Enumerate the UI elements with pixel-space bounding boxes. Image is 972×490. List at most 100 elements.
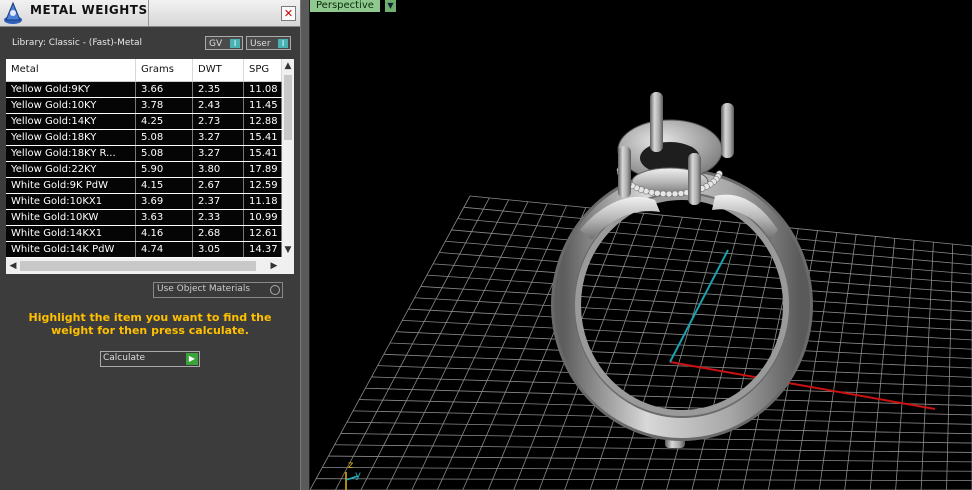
ground-grid bbox=[310, 195, 972, 490]
table-row[interactable]: White Gold:9K PdW 4.15 2.67 12.59 bbox=[6, 178, 282, 193]
scroll-up-icon[interactable]: ▲ bbox=[282, 60, 294, 72]
axis-z-label: z bbox=[348, 460, 353, 471]
table-cell: 2.35 bbox=[193, 82, 244, 97]
halo-bead bbox=[677, 190, 685, 197]
toggle-indicator-icon: I bbox=[278, 39, 288, 48]
table-cell: 3.27 bbox=[193, 130, 244, 145]
column-header-dwt[interactable]: DWT bbox=[193, 59, 244, 81]
vertical-scroll-thumb[interactable] bbox=[284, 75, 292, 140]
play-arrow-icon: ▶ bbox=[186, 353, 198, 365]
scroll-right-icon[interactable]: ▶ bbox=[268, 260, 280, 272]
table-row[interactable]: Yellow Gold:22KY 5.90 3.80 17.89 bbox=[6, 162, 282, 177]
table-cell: White Gold:14KX1 bbox=[6, 226, 136, 241]
table-cell: White Gold:14K PdW bbox=[6, 242, 136, 257]
grid-line bbox=[328, 455, 972, 463]
metal-weights-panel: METAL WEIGHTS ✕ Library: Classic - (Fast… bbox=[0, 0, 300, 490]
halo-bead bbox=[659, 190, 667, 198]
close-button[interactable]: ✕ bbox=[281, 6, 296, 21]
table-cell: 4.16 bbox=[136, 226, 193, 241]
instruction-text: Highlight the item you want to find the … bbox=[28, 311, 272, 337]
calculate-button[interactable]: Calculate ▶ bbox=[100, 351, 200, 367]
table-cell: 11.18 bbox=[244, 194, 282, 209]
table-cell: 2.43 bbox=[193, 98, 244, 113]
table-cell: 4.15 bbox=[136, 178, 193, 193]
halo-bead bbox=[665, 190, 673, 198]
table-cell: 5.90 bbox=[136, 162, 193, 177]
halo-bead bbox=[648, 189, 655, 196]
table-cell: 10.99 bbox=[244, 210, 282, 225]
table-cell: 4.25 bbox=[136, 114, 193, 129]
axis-y-label: y bbox=[355, 470, 361, 481]
view-name-tab[interactable]: Perspective bbox=[310, 0, 380, 12]
table-cell: 2.33 bbox=[193, 210, 244, 225]
column-header-metal[interactable]: Metal bbox=[6, 59, 136, 81]
use-object-materials-label: Use Object Materials bbox=[157, 284, 251, 294]
scroll-left-icon[interactable]: ◀ bbox=[7, 260, 19, 272]
vertical-scrollbar[interactable]: ▲ ▼ bbox=[282, 59, 294, 258]
table-row[interactable]: Yellow Gold:18KY R... 5.08 3.27 15.41 bbox=[6, 146, 282, 161]
table-cell: 17.89 bbox=[244, 162, 282, 177]
x-axis-line bbox=[669, 361, 936, 410]
table-cell: 3.69 bbox=[136, 194, 193, 209]
table-cell: 15.41 bbox=[244, 130, 282, 145]
table-cell: 11.08 bbox=[244, 82, 282, 97]
grid-line bbox=[365, 387, 972, 406]
calculate-label: Calculate bbox=[103, 353, 146, 363]
table-cell: 2.68 bbox=[193, 226, 244, 241]
library-label: Library: Classic - (Fast)-Metal bbox=[12, 38, 143, 48]
dropdown-arrow-icon[interactable]: ▼ bbox=[385, 0, 396, 12]
table-cell: White Gold:9K PdW bbox=[6, 178, 136, 193]
panel-splitter[interactable] bbox=[300, 0, 310, 490]
user-toggle[interactable]: User I bbox=[246, 36, 291, 50]
table-cell: 2.67 bbox=[193, 178, 244, 193]
metal-table: Metal Grams DWT SPG Yellow Gold:9KY 3.66 2… bbox=[6, 59, 294, 274]
perspective-viewport[interactable]: z y Perspective ▼ bbox=[310, 0, 972, 490]
table-cell: 3.63 bbox=[136, 210, 193, 225]
table-cell: 5.08 bbox=[136, 146, 193, 161]
table-cell: 3.80 bbox=[193, 162, 244, 177]
table-row[interactable]: White Gold:10KX1 3.69 2.37 11.18 bbox=[6, 194, 282, 209]
table-cell: 11.45 bbox=[244, 98, 282, 113]
table-cell: 12.88 bbox=[244, 114, 282, 129]
table-row[interactable]: Yellow Gold:9KY 3.66 2.35 11.08 bbox=[6, 82, 282, 97]
use-object-materials-toggle[interactable]: Use Object Materials bbox=[153, 282, 283, 298]
radio-indicator-icon bbox=[270, 285, 280, 295]
horizontal-scroll-thumb[interactable] bbox=[20, 261, 256, 271]
table-header: Metal Grams DWT SPG bbox=[6, 59, 282, 82]
table-cell: 12.59 bbox=[244, 178, 282, 193]
table-cell: Yellow Gold:14KY bbox=[6, 114, 136, 129]
close-icon: ✕ bbox=[283, 7, 294, 20]
table-cell: 3.05 bbox=[193, 242, 244, 257]
table-cell: 12.61 bbox=[244, 226, 282, 241]
table-row[interactable]: Yellow Gold:10KY 3.78 2.43 11.45 bbox=[6, 98, 282, 113]
grid-line bbox=[377, 365, 972, 388]
table-cell: Yellow Gold:10KY bbox=[6, 98, 136, 113]
table-cell: Yellow Gold:18KY R... bbox=[6, 146, 136, 161]
table-cell: 2.73 bbox=[193, 114, 244, 129]
gv-toggle[interactable]: GV I bbox=[205, 36, 243, 50]
toggle-indicator-icon: I bbox=[230, 39, 240, 48]
column-header-spg[interactable]: SPG bbox=[244, 59, 282, 81]
table-cell: 3.66 bbox=[136, 82, 193, 97]
grid-line bbox=[371, 376, 972, 397]
panel-title-bar[interactable]: METAL WEIGHTS ✕ bbox=[0, 0, 300, 27]
view-name-label: Perspective bbox=[316, 0, 374, 11]
table-cell: 15.41 bbox=[244, 146, 282, 161]
viewport-scene: z y bbox=[310, 92, 972, 490]
horizontal-scrollbar[interactable]: ◀ ▶ bbox=[6, 258, 282, 274]
table-row[interactable]: White Gold:14K PdW 4.74 3.05 14.37 bbox=[6, 242, 282, 257]
grid-line bbox=[691, 224, 761, 490]
table-cell: 3.78 bbox=[136, 98, 193, 113]
table-row[interactable]: Yellow Gold:14KY 4.25 2.73 12.88 bbox=[6, 114, 282, 129]
table-row[interactable]: Yellow Gold:18KY 5.08 3.27 15.41 bbox=[6, 130, 282, 145]
table-row[interactable]: White Gold:14KX1 4.16 2.68 12.61 bbox=[6, 226, 282, 241]
table-cell: White Gold:10KX1 bbox=[6, 194, 136, 209]
y-axis-line bbox=[669, 249, 729, 363]
halo-bead bbox=[671, 190, 679, 198]
table-cell: White Gold:10KW bbox=[6, 210, 136, 225]
column-header-grams[interactable]: Grams bbox=[136, 59, 193, 81]
scroll-down-icon[interactable]: ▼ bbox=[282, 244, 294, 256]
table-cell: Yellow Gold:18KY bbox=[6, 130, 136, 145]
table-cell: 5.08 bbox=[136, 130, 193, 145]
table-row[interactable]: White Gold:10KW 3.63 2.33 10.99 bbox=[6, 210, 282, 225]
